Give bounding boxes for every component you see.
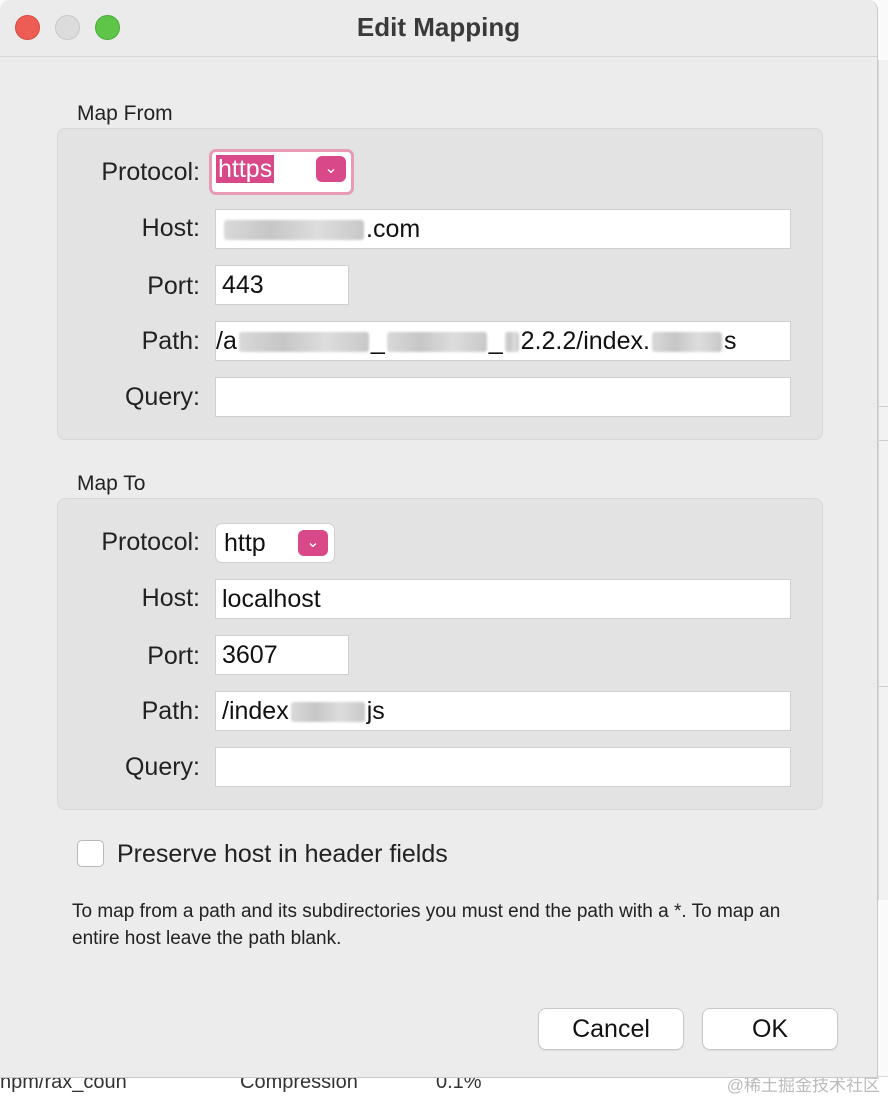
chevron-down-icon: ⌄ (316, 156, 346, 182)
window-title: Edit Mapping (356, 12, 521, 42)
from-path-suffix: s (723, 327, 737, 355)
to-port-label: Port: (147, 642, 200, 670)
from-host-field[interactable]: .com (215, 209, 791, 249)
cancel-button[interactable]: Cancel (538, 1008, 684, 1050)
from-port-label: Port: (147, 272, 200, 300)
to-path-prefix: /index (222, 697, 289, 725)
from-query-label: Query: (124, 383, 200, 411)
map-from-title: Map From (77, 102, 173, 125)
to-query-field[interactable] (215, 747, 791, 787)
to-protocol-label: Protocol: (101, 528, 200, 556)
from-protocol-value: https (216, 155, 275, 183)
map-to-title: Map To (77, 472, 146, 495)
from-port-field[interactable]: 443 (215, 265, 349, 305)
title-bar: Edit Mapping (0, 0, 877, 57)
from-path-prefix: /a (216, 327, 237, 355)
to-host-field[interactable]: localhost (215, 579, 791, 619)
chevron-down-icon: ⌄ (298, 530, 328, 556)
from-path-mid3: 2.2.2/index. (520, 327, 650, 355)
to-port-field[interactable]: 3607 (215, 635, 349, 675)
preserve-host-checkbox[interactable] (77, 840, 104, 867)
from-path-mid2: _ (488, 327, 503, 355)
edit-mapping-dialog: Edit Mapping Map From Protocol: https ⌄ … (0, 0, 878, 1078)
from-path-label: Path: (141, 327, 200, 355)
from-protocol-label: Protocol: (101, 158, 200, 186)
preserve-host-label[interactable]: Preserve host in header fields (117, 840, 448, 869)
from-host-label: Host: (141, 214, 200, 242)
to-path-label: Path: (141, 697, 200, 725)
from-path-mid1: _ (370, 327, 385, 355)
background-right-panel (878, 60, 888, 900)
to-protocol-select[interactable]: http ⌄ (215, 523, 335, 563)
from-path-field[interactable]: /a _ _ 2.2.2/index. s (215, 321, 791, 361)
to-host-label: Host: (141, 584, 200, 612)
ok-button[interactable]: OK (702, 1008, 838, 1050)
to-path-suffix: js (366, 697, 385, 725)
from-protocol-select[interactable]: https ⌄ (209, 149, 354, 195)
to-query-label: Query: (124, 753, 200, 781)
from-query-field[interactable] (215, 377, 791, 417)
to-path-field[interactable]: /index js (215, 691, 791, 731)
from-host-value: .com (366, 215, 421, 243)
hint-text: To map from a path and its subdirectorie… (72, 901, 781, 949)
to-protocol-value: http (224, 529, 266, 557)
redacted-text (224, 220, 364, 241)
